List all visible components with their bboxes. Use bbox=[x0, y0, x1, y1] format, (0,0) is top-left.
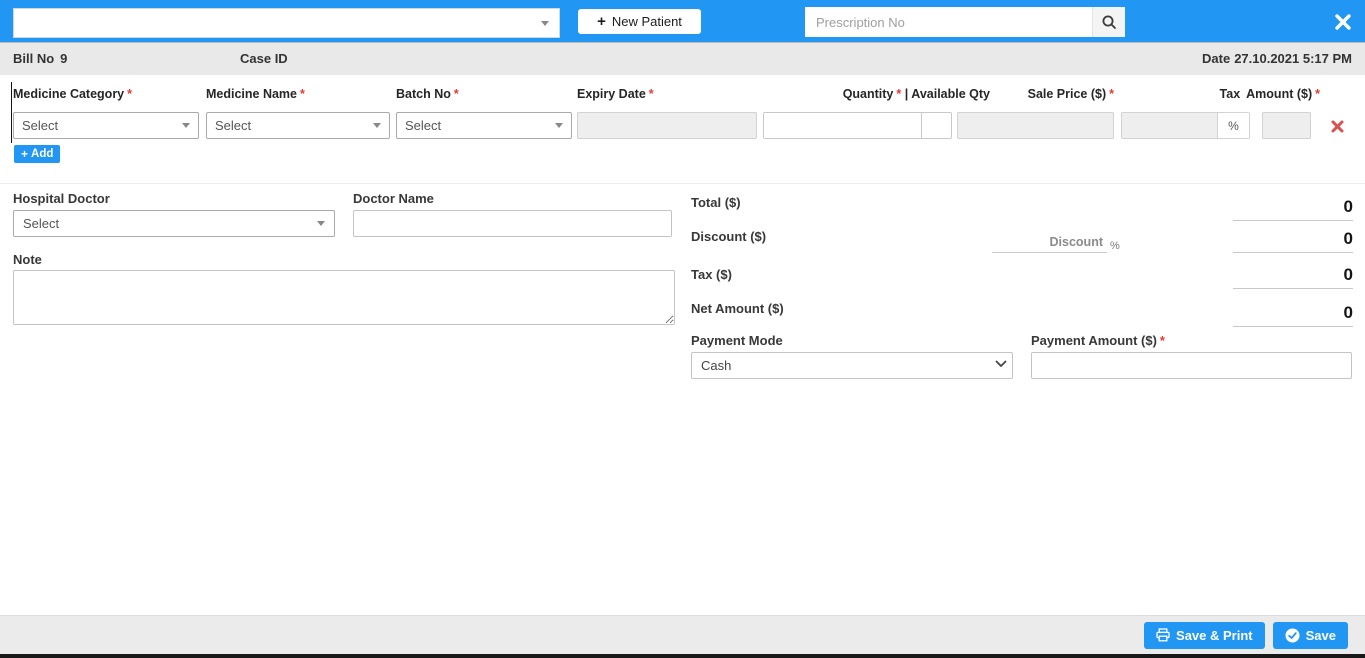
chevron-down-icon bbox=[373, 123, 381, 128]
discount-label: Discount ($) bbox=[691, 229, 767, 244]
delete-row-icon bbox=[1331, 120, 1343, 132]
amount-field bbox=[1262, 112, 1311, 139]
save-and-print-button[interactable]: Save & Print bbox=[1144, 621, 1265, 649]
close-icon bbox=[1335, 14, 1351, 30]
header-tax-amount: Tax Amount ($) * bbox=[1219, 87, 1320, 101]
required-marker: * bbox=[453, 87, 459, 101]
chevron-down-icon bbox=[555, 123, 563, 128]
total-value: 0 bbox=[1233, 195, 1353, 221]
medicine-category-select[interactable]: Select bbox=[13, 112, 199, 139]
bill-no-value: 9 bbox=[60, 51, 68, 66]
header-sale-price: Sale Price ($) * bbox=[1027, 87, 1114, 101]
prescription-search-group bbox=[805, 7, 1125, 37]
expiry-date-field bbox=[577, 112, 757, 139]
required-marker: * bbox=[648, 87, 654, 101]
plus-icon: + bbox=[21, 147, 29, 161]
required-marker: * bbox=[1109, 87, 1114, 101]
payment-amount-label: Payment Amount ($) * bbox=[1031, 333, 1165, 348]
remove-row-button[interactable] bbox=[1328, 117, 1346, 135]
add-row-label: Add bbox=[31, 148, 54, 160]
percent-sign: % bbox=[1110, 240, 1120, 252]
discount-value: 0 bbox=[1233, 227, 1353, 253]
available-qty-box bbox=[921, 113, 951, 138]
modal-header-bar: + New Patient bbox=[0, 0, 1365, 42]
required-marker: * bbox=[300, 87, 305, 101]
tax-field bbox=[1122, 113, 1217, 138]
net-amount-value: 0 bbox=[1233, 301, 1353, 327]
pharmacy-bill-modal: + New Patient Bill No9 Case ID Date27.10… bbox=[0, 0, 1365, 658]
search-icon bbox=[1102, 15, 1116, 29]
printer-icon bbox=[1156, 628, 1170, 642]
header-medicine-category: Medicine Category * bbox=[13, 87, 133, 101]
header-quantity: Quantity * | Available Qty bbox=[842, 87, 990, 101]
chevron-down-icon bbox=[182, 123, 190, 128]
total-label: Total ($) bbox=[691, 195, 741, 210]
tax-percent-addon: % bbox=[1217, 113, 1249, 138]
batch-no-select[interactable]: Select bbox=[396, 112, 572, 139]
modal-body: Medicine Category * Medicine Name * Batch … bbox=[0, 75, 1365, 615]
tax-value: 0 bbox=[1233, 263, 1353, 289]
hospital-doctor-label: Hospital Doctor bbox=[13, 191, 110, 206]
sale-price-field bbox=[957, 112, 1114, 139]
prescription-search-button[interactable] bbox=[1092, 7, 1125, 37]
background-page-strip bbox=[0, 654, 1365, 658]
doctor-name-label: Doctor Name bbox=[353, 191, 434, 206]
plus-icon: + bbox=[597, 13, 606, 30]
modal-footer: Save & Print Save bbox=[0, 615, 1365, 654]
discount-percent-group: % bbox=[992, 229, 1120, 253]
note-label: Note bbox=[13, 252, 42, 267]
new-patient-button[interactable]: + New Patient bbox=[578, 9, 701, 34]
patient-select[interactable] bbox=[13, 8, 560, 38]
header-expiry-date: Expiry Date * bbox=[577, 87, 654, 101]
section-divider bbox=[0, 183, 1365, 184]
doctor-name-input[interactable] bbox=[353, 210, 672, 237]
payment-mode-label: Payment Mode bbox=[691, 333, 783, 348]
quantity-input[interactable] bbox=[764, 113, 921, 138]
prescription-no-input[interactable] bbox=[805, 7, 1092, 37]
hospital-doctor-select[interactable]: Select bbox=[13, 210, 335, 237]
bill-no: Bill No 9 bbox=[13, 51, 68, 66]
chevron-down-icon bbox=[541, 20, 549, 26]
save-print-label: Save & Print bbox=[1176, 627, 1253, 643]
add-row-button[interactable]: + Add bbox=[14, 145, 61, 163]
required-marker: * bbox=[1159, 333, 1165, 348]
medicine-name-select[interactable]: Select bbox=[206, 112, 390, 139]
header-batch-no: Batch No * bbox=[396, 87, 459, 101]
payment-amount-input[interactable] bbox=[1031, 352, 1352, 379]
bill-date-value: 27.10.2021 5:17 PM bbox=[1234, 51, 1352, 66]
discount-percent-input[interactable] bbox=[992, 235, 1107, 253]
check-circle-icon bbox=[1285, 628, 1300, 642]
bill-info-bar: Bill No 9 Case ID Date 27.10.2021 5:17 PM bbox=[0, 42, 1365, 75]
required-marker: * bbox=[896, 87, 902, 101]
save-label: Save bbox=[1305, 627, 1336, 643]
chevron-down-icon bbox=[317, 221, 325, 226]
required-marker: * bbox=[127, 87, 133, 101]
note-textarea[interactable] bbox=[13, 270, 675, 325]
save-button[interactable]: Save bbox=[1272, 621, 1348, 649]
quantity-group bbox=[763, 112, 952, 139]
required-marker: * bbox=[1315, 87, 1320, 101]
tax-label: Tax ($) bbox=[691, 267, 732, 282]
tax-group: % bbox=[1121, 112, 1250, 139]
payment-mode-select[interactable]: Cash bbox=[691, 352, 1013, 379]
table-left-border bbox=[11, 82, 12, 143]
new-patient-label: New Patient bbox=[611, 14, 682, 29]
bill-date: Date 27.10.2021 5:17 PM bbox=[1202, 51, 1352, 66]
case-id-label: Case ID bbox=[240, 51, 288, 66]
close-button[interactable] bbox=[1332, 11, 1354, 33]
net-amount-label: Net Amount ($) bbox=[691, 301, 784, 316]
header-medicine-name: Medicine Name * bbox=[206, 87, 305, 101]
